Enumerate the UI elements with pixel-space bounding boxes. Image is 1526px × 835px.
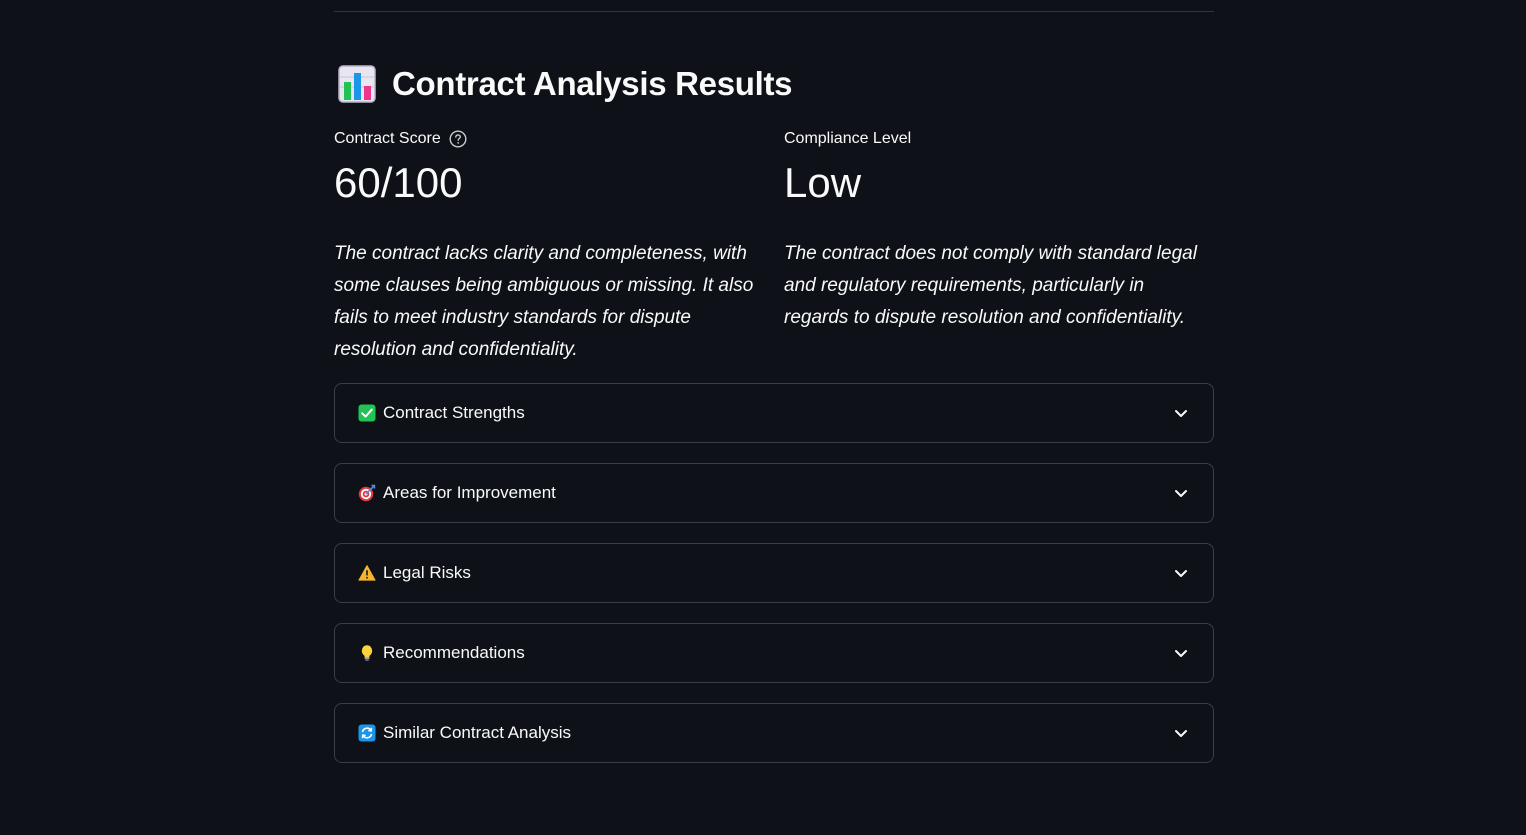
help-icon[interactable] (449, 130, 467, 148)
refresh-icon (358, 724, 376, 742)
expander-list: Contract Strengths Areas for Improvement (334, 383, 1214, 783)
lightbulb-icon (358, 644, 376, 662)
chevron-down-icon (1175, 570, 1187, 577)
expander-contract-strengths[interactable]: Contract Strengths (334, 383, 1214, 443)
top-divider (334, 11, 1214, 12)
chevron-down-icon (1175, 730, 1187, 737)
chevron-down-icon (1175, 490, 1187, 497)
metric-label: Contract Score (334, 130, 441, 147)
expander-label: Legal Risks (383, 563, 471, 582)
expander-similar-contract-analysis[interactable]: Similar Contract Analysis (334, 703, 1214, 763)
expander-label: Similar Contract Analysis (383, 723, 572, 742)
warning-icon (358, 564, 376, 582)
metric-description: The contract lacks clarity and completen… (334, 243, 754, 360)
metric-description: The contract does not comply with standa… (784, 243, 1197, 328)
expander-areas-for-improvement[interactable]: Areas for Improvement (334, 463, 1214, 523)
page-title: Contract Analysis Results (392, 65, 793, 102)
expander-label: Contract Strengths (383, 403, 525, 422)
chevron-down-icon (1175, 410, 1187, 417)
metric-label: Compliance Level (784, 130, 912, 147)
page-header: Contract Analysis Results (334, 62, 793, 106)
metric-value: Low (784, 159, 862, 206)
expander-recommendations[interactable]: Recommendations (334, 623, 1214, 683)
expander-label: Recommendations (383, 643, 525, 662)
metric-value: 60/100 (334, 159, 463, 206)
bar-chart-icon (338, 65, 376, 103)
chevron-down-icon (1175, 650, 1187, 657)
check-mark-icon (358, 404, 376, 422)
expander-legal-risks[interactable]: Legal Risks (334, 543, 1214, 603)
compliance-level-metric: Compliance Level Low The contract does n… (784, 128, 1214, 334)
contract-score-metric: Contract Score 60/100 The contract lacks… (334, 128, 764, 366)
target-icon (358, 484, 376, 502)
expander-label: Areas for Improvement (383, 483, 556, 502)
